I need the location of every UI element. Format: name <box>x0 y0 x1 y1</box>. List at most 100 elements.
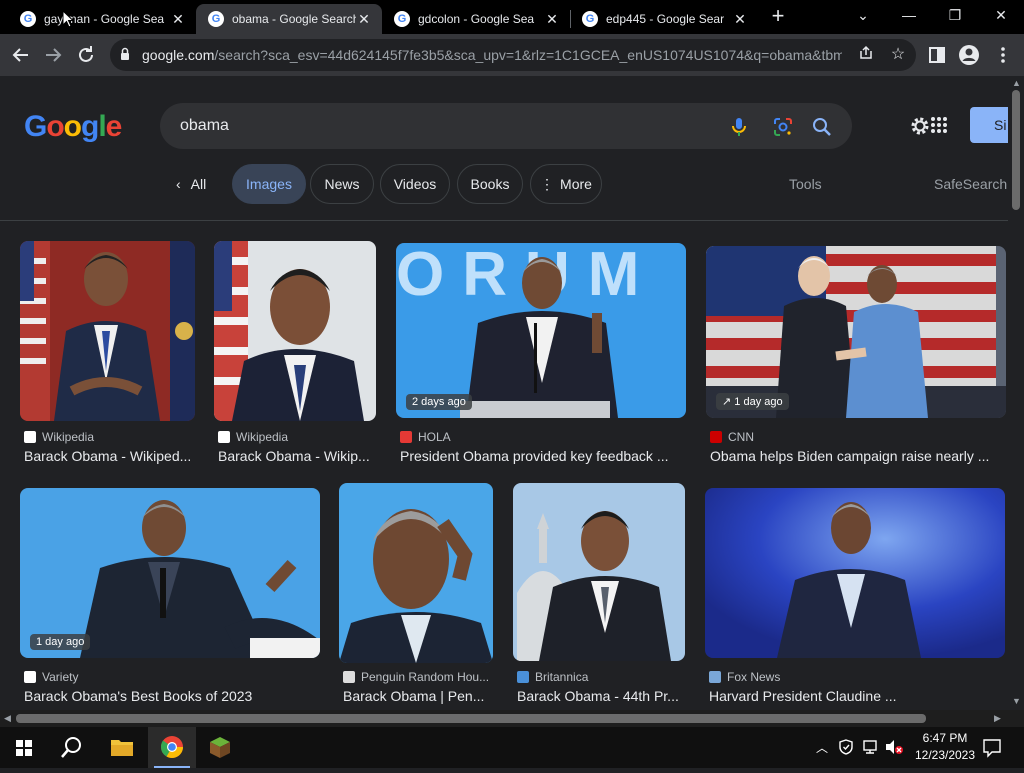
system-clock[interactable]: 6:47 PM 12/23/2023 <box>914 730 976 764</box>
result-source[interactable]: Penguin Random Hou... <box>343 670 489 684</box>
result-thumbnail[interactable] <box>20 241 195 421</box>
chip-books[interactable]: Books <box>457 164 523 204</box>
profile-button[interactable] <box>956 42 982 68</box>
image-result-card[interactable]: ↗ 1 day ago CNN Obama helps Biden campai… <box>706 246 1006 471</box>
share-icon[interactable] <box>856 45 876 65</box>
lens-camera-icon[interactable] <box>772 116 794 138</box>
result-thumbnail[interactable] <box>705 488 1005 658</box>
more-dots-icon: ⋮ <box>540 176 555 192</box>
chevron-up-icon[interactable]: ︿ <box>816 739 828 756</box>
result-source-label: Wikipedia <box>42 430 95 444</box>
tab-gay-man[interactable]: G gay man - Google Sea ✕ <box>8 4 196 34</box>
start-button[interactable] <box>0 727 48 768</box>
result-thumbnail[interactable]: 1 day ago <box>20 488 320 658</box>
result-title[interactable]: Barack Obama - 44th Pr... <box>517 688 685 704</box>
settings-gear-icon[interactable] <box>908 114 932 138</box>
minimize-button[interactable]: — <box>886 4 932 28</box>
tab-close-icon[interactable]: ✕ <box>544 11 560 28</box>
result-title[interactable]: Barack Obama's Best Books of 2023 <box>24 688 320 704</box>
result-source[interactable]: Wikipedia <box>218 430 288 444</box>
network-icon[interactable] <box>862 739 880 755</box>
result-title[interactable]: Barack Obama | Pen... <box>343 688 493 704</box>
url-text[interactable]: google.com/search?sca_esv=44d624145f7fe3… <box>142 39 842 71</box>
google-logo[interactable]: Google <box>24 110 122 144</box>
vertical-scroll-thumb[interactable] <box>1012 90 1020 210</box>
image-result-card[interactable]: Fox News Harvard President Claudine ... <box>705 488 1005 710</box>
bookmark-star-icon[interactable]: ☆ <box>888 45 908 65</box>
tab-edp445[interactable]: G edp445 - Google Sear ✕ <box>570 4 758 34</box>
image-result-card[interactable]: 1 day ago Variety Barack Obama's Best Bo… <box>20 488 320 710</box>
image-result-card[interactable]: Wikipedia Barack Obama - Wikiped... <box>20 241 195 471</box>
result-source[interactable]: Fox News <box>709 670 780 684</box>
reload-button[interactable] <box>73 42 99 68</box>
forward-button[interactable] <box>40 42 66 68</box>
close-window-button[interactable]: ✕ <box>978 4 1024 28</box>
tab-close-icon[interactable]: ✕ <box>356 11 372 28</box>
chevron-left-icon: ‹ <box>176 176 181 192</box>
security-shield-icon[interactable] <box>838 739 854 755</box>
result-source[interactable]: HOLA <box>400 430 451 444</box>
result-title[interactable]: President Obama provided key feedback ..… <box>400 448 686 464</box>
tab-close-icon[interactable]: ✕ <box>170 11 186 28</box>
tab-search-chevron-icon[interactable]: ⌄ <box>840 4 886 28</box>
microphone-icon[interactable] <box>728 116 750 138</box>
result-thumbnail[interactable] <box>513 483 685 661</box>
safesearch-button[interactable]: SafeSearch <box>934 164 1007 204</box>
result-thumbnail[interactable]: ORUM 2 days ago <box>396 243 686 418</box>
notification-icon[interactable] <box>982 738 1002 758</box>
search-icon[interactable] <box>811 116 833 138</box>
tab-obama[interactable]: G obama - Google Search ✕ <box>196 4 382 34</box>
chip-more[interactable]: ⋮ More <box>530 164 602 204</box>
result-title[interactable]: Harvard President Claudine ... <box>709 688 1005 704</box>
windows-logo-icon <box>16 740 32 756</box>
vertical-scrollbar[interactable]: ▲ ▼ <box>1008 76 1024 710</box>
result-thumbnail[interactable] <box>339 483 493 663</box>
tools-button[interactable]: Tools <box>789 164 822 204</box>
side-panel-button[interactable] <box>924 42 950 68</box>
volume-muted-icon[interactable] <box>884 739 904 755</box>
result-thumbnail[interactable]: ↗ 1 day ago <box>706 246 1006 418</box>
scroll-up-arrow-icon[interactable]: ▲ <box>1012 78 1021 88</box>
tab-gdcolon[interactable]: G gdcolon - Google Sea ✕ <box>382 4 570 34</box>
image-result-card[interactable]: Penguin Random Hou... Barack Obama | Pen… <box>339 483 493 710</box>
lock-icon[interactable] <box>120 47 130 61</box>
horizontal-scrollbar[interactable]: ◀ ▶ <box>0 710 1024 727</box>
back-button[interactable] <box>8 42 34 68</box>
file-explorer-button[interactable] <box>98 727 146 768</box>
minecraft-taskbar-button[interactable] <box>196 727 244 768</box>
image-result-card[interactable]: Wikipedia Barack Obama - Wikip... <box>214 241 376 471</box>
scroll-left-arrow-icon[interactable]: ◀ <box>4 713 11 724</box>
scroll-right-arrow-icon[interactable]: ▶ <box>994 713 1001 724</box>
maximize-button[interactable]: ❐ <box>932 4 978 28</box>
search-input[interactable]: obama <box>180 103 229 149</box>
new-tab-button[interactable]: + <box>767 5 789 28</box>
apps-grid-icon[interactable] <box>930 116 948 134</box>
filter-all-link[interactable]: ‹ All <box>176 164 206 204</box>
search-box[interactable]: obama <box>160 103 852 149</box>
google-favicon-icon: G <box>582 11 598 27</box>
address-bar[interactable]: google.com/search?sca_esv=44d624145f7fe3… <box>110 39 916 71</box>
chip-videos[interactable]: Videos <box>380 164 450 204</box>
image-result-card[interactable]: ORUM 2 days ago HOLA President Obama pro… <box>396 243 686 471</box>
video-play-icon: ↗ <box>722 396 735 408</box>
chip-images[interactable]: Images <box>232 164 306 204</box>
chip-news[interactable]: News <box>310 164 374 204</box>
result-source[interactable]: Wikipedia <box>24 430 94 444</box>
result-source[interactable]: Variety <box>24 670 78 684</box>
image-result-card[interactable]: Britannica Barack Obama - 44th Pr... <box>513 483 685 710</box>
result-title[interactable]: Barack Obama - Wikiped... <box>24 448 194 464</box>
menu-button[interactable] <box>990 42 1016 68</box>
result-source-label: Fox News <box>727 670 781 684</box>
search-taskbar-button[interactable] <box>48 727 96 768</box>
chrome-taskbar-button[interactable] <box>148 727 196 768</box>
result-source[interactable]: Britannica <box>517 670 588 684</box>
scroll-down-arrow-icon[interactable]: ▼ <box>1012 696 1021 706</box>
result-thumbnail[interactable] <box>214 241 376 421</box>
result-title[interactable]: Obama helps Biden campaign raise nearly … <box>710 448 1000 464</box>
tab-close-icon[interactable]: ✕ <box>732 11 748 28</box>
horizontal-scroll-thumb[interactable] <box>16 714 926 723</box>
folder-icon <box>111 740 133 756</box>
result-title[interactable]: Barack Obama - Wikip... <box>218 448 376 464</box>
sign-in-button[interactable]: Si <box>970 107 1008 143</box>
result-source[interactable]: CNN <box>710 430 754 444</box>
